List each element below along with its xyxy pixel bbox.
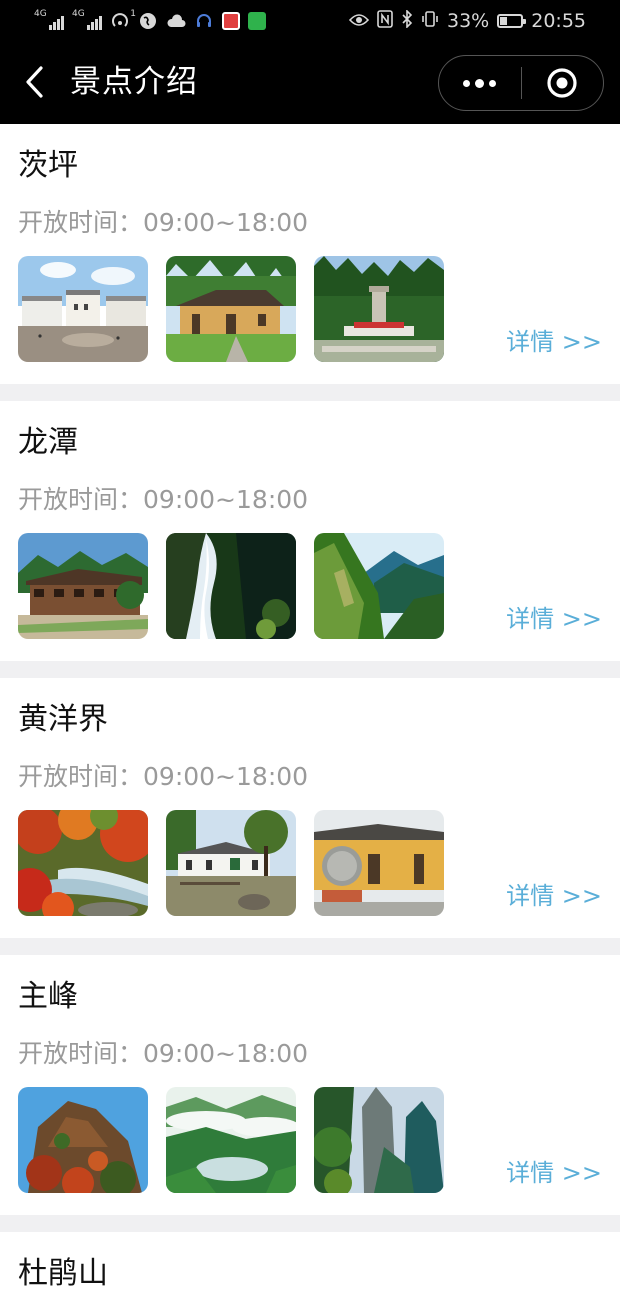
signal-sim2-icon: 4G — [72, 10, 102, 32]
spot-name: 茨坪 — [18, 148, 78, 183]
signal-sim1-icon: 4G — [34, 10, 64, 32]
open-hours-value: 09:00~18:00 — [143, 485, 309, 514]
battery-icon — [497, 14, 527, 28]
spot-card[interactable]: 茨坪 开放时间：09:00~18:00 详情 >> — [0, 124, 620, 384]
scenic-spot-list: 茨坪 开放时间：09:00~18:00 详情 >> 龙潭 开放时间：09:00~… — [0, 124, 620, 1312]
target-circle-icon — [547, 68, 577, 98]
open-hours: 开放时间：09:00~18:00 — [18, 760, 308, 794]
open-hours-value: 09:00~18:00 — [143, 1039, 309, 1068]
detail-link[interactable]: 详情 >> — [506, 880, 602, 912]
eye-comfort-icon — [348, 10, 370, 32]
status-bar: 4G 4G 1 33% 20:55 — [0, 0, 620, 42]
navigation-bar: 景点介绍 — [0, 42, 620, 124]
more-dots-icon — [463, 79, 471, 87]
spot-photo-old-house[interactable] — [166, 256, 296, 362]
spot-photo-wooden-building[interactable] — [18, 533, 148, 639]
clock: 20:55 — [531, 10, 586, 32]
detail-link[interactable]: 详情 >> — [506, 326, 602, 358]
more-dot-center — [475, 78, 485, 88]
iqiyi-app-icon — [248, 12, 266, 30]
headset-icon — [194, 11, 214, 31]
spot-photo-memorial-coin[interactable] — [314, 810, 444, 916]
spot-photo-waterfall[interactable] — [166, 533, 296, 639]
spot-photo-valley[interactable] — [314, 533, 444, 639]
hotspot-count: 1 — [130, 9, 136, 19]
spot-photo-white-house[interactable] — [166, 810, 296, 916]
spot-photo-town-square[interactable] — [18, 256, 148, 362]
chevron-left-icon — [26, 66, 43, 98]
detail-link[interactable]: 详情 >> — [506, 1157, 602, 1189]
hotspot-icon: 1 — [110, 9, 136, 31]
sim2-network-type: 4G — [72, 9, 85, 19]
open-hours-value: 09:00~18:00 — [143, 208, 309, 237]
vibrate-icon — [421, 10, 439, 33]
open-hours: 开放时间：09:00~18:00 — [18, 206, 308, 240]
spot-name: 黄洋界 — [18, 702, 108, 737]
open-hours-value: 09:00~18:00 — [143, 762, 309, 791]
spot-card[interactable]: 黄洋界 开放时间：09:00~18:00 详情 >> — [0, 678, 620, 938]
status-right: 33% 20:55 — [348, 8, 586, 34]
open-hours-label: 开放时间： — [18, 208, 144, 237]
battery-percent: 33% — [447, 10, 490, 32]
cloud-icon — [166, 11, 186, 31]
spot-photo-red-peak[interactable] — [18, 1087, 148, 1193]
spot-name: 杜鹃山 — [18, 1256, 108, 1291]
open-hours: 开放时间：09:00~18:00 — [18, 483, 308, 517]
photo-row — [18, 533, 444, 639]
status-left: 4G 4G 1 — [34, 8, 266, 34]
more-dot-right — [489, 79, 497, 87]
spot-photo-cliffs[interactable] — [314, 1087, 444, 1193]
back-button[interactable] — [14, 62, 54, 102]
photo-row — [18, 1087, 444, 1193]
detail-link[interactable]: 详情 >> — [506, 603, 602, 635]
bluetooth-icon — [401, 8, 413, 33]
more-button[interactable] — [439, 56, 521, 110]
photo-row — [18, 256, 444, 362]
app-notification-icon — [222, 12, 240, 30]
spot-card[interactable]: 龙潭 开放时间：09:00~18:00 详情 >> — [0, 401, 620, 661]
spot-name: 龙潭 — [18, 425, 78, 460]
spot-name: 主峰 — [18, 979, 78, 1014]
photo-row — [18, 810, 444, 916]
page-title: 景点介绍 — [70, 64, 198, 100]
sim1-network-type: 4G — [34, 9, 47, 19]
nfc-icon — [377, 9, 393, 33]
close-miniprogram-button[interactable] — [522, 56, 604, 110]
menu-capsule — [438, 55, 604, 111]
spot-card[interactable]: 主峰 开放时间：09:00~18:00 详情 >> — [0, 955, 620, 1215]
spot-photo-misty-lake[interactable] — [166, 1087, 296, 1193]
open-hours-label: 开放时间： — [18, 1039, 144, 1068]
spot-photo-monument[interactable] — [314, 256, 444, 362]
spot-card[interactable]: 杜鹃山 — [0, 1232, 620, 1312]
open-hours-label: 开放时间： — [18, 485, 144, 514]
open-hours-label: 开放时间： — [18, 762, 144, 791]
spot-photo-autumn-stream[interactable] — [18, 810, 148, 916]
open-hours: 开放时间：09:00~18:00 — [18, 1037, 308, 1071]
globe-icon — [138, 11, 158, 31]
